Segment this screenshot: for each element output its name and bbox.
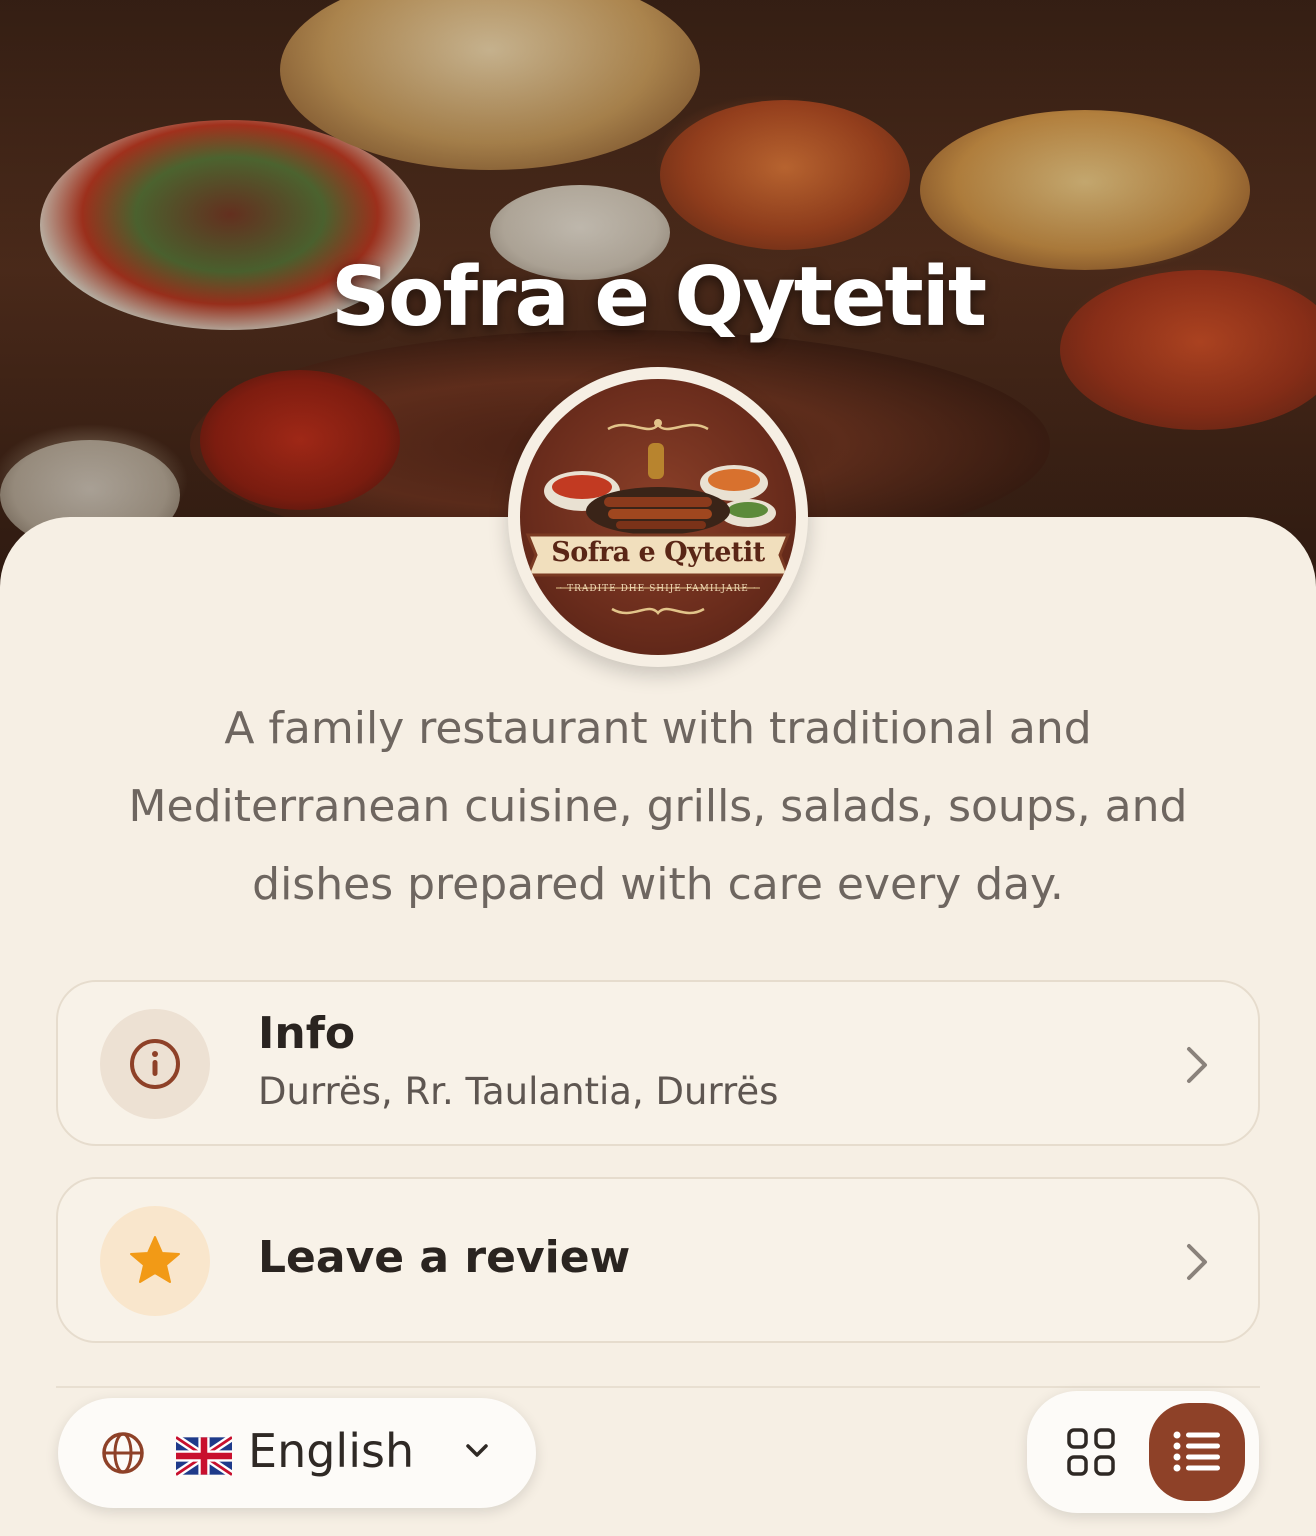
logo-tagline: · TRADITE DHE SHIJE FAMILJARE · — [559, 584, 757, 594]
review-title: Leave a review — [258, 1232, 631, 1283]
info-row[interactable]: Info Durrës, Rr. Taulantia, Durrës — [56, 980, 1260, 1146]
info-icon — [130, 1039, 180, 1089]
globe-icon — [102, 1432, 144, 1474]
info-address: Durrës, Rr. Taulantia, Durrës — [258, 1070, 779, 1113]
logo-artwork-icon — [525, 419, 791, 615]
divider — [56, 1386, 1260, 1388]
chevron-right-icon — [1187, 1244, 1207, 1280]
view-toggle — [1027, 1391, 1259, 1513]
star-icon-badge — [100, 1206, 210, 1316]
restaurant-title: Sofra e Qytetit — [330, 250, 987, 345]
info-icon-badge — [100, 1009, 210, 1119]
chevron-right-icon — [1187, 1047, 1207, 1083]
grid-icon — [1067, 1428, 1115, 1476]
star-icon — [130, 1236, 180, 1283]
language-selector[interactable]: English — [58, 1398, 536, 1508]
list-icon — [1173, 1431, 1220, 1472]
info-title: Info — [258, 1008, 356, 1059]
uk-flag-icon — [176, 1436, 232, 1476]
language-label: English — [248, 1424, 415, 1478]
logo-emblem: Sofra e Qytetit · TRADITE DHE SHIJE FAMI… — [520, 379, 796, 655]
restaurant-logo: Sofra e Qytetit · TRADITE DHE SHIJE FAMI… — [508, 367, 808, 667]
leave-review-row[interactable]: Leave a review — [56, 1177, 1260, 1343]
list-view-button[interactable] — [1149, 1403, 1245, 1501]
logo-name: Sofra e Qytetit — [551, 537, 765, 568]
restaurant-description: A family restaurant with traditional and… — [128, 703, 1188, 910]
grid-view-button[interactable] — [1047, 1408, 1135, 1496]
chevron-down-icon — [466, 1444, 488, 1457]
